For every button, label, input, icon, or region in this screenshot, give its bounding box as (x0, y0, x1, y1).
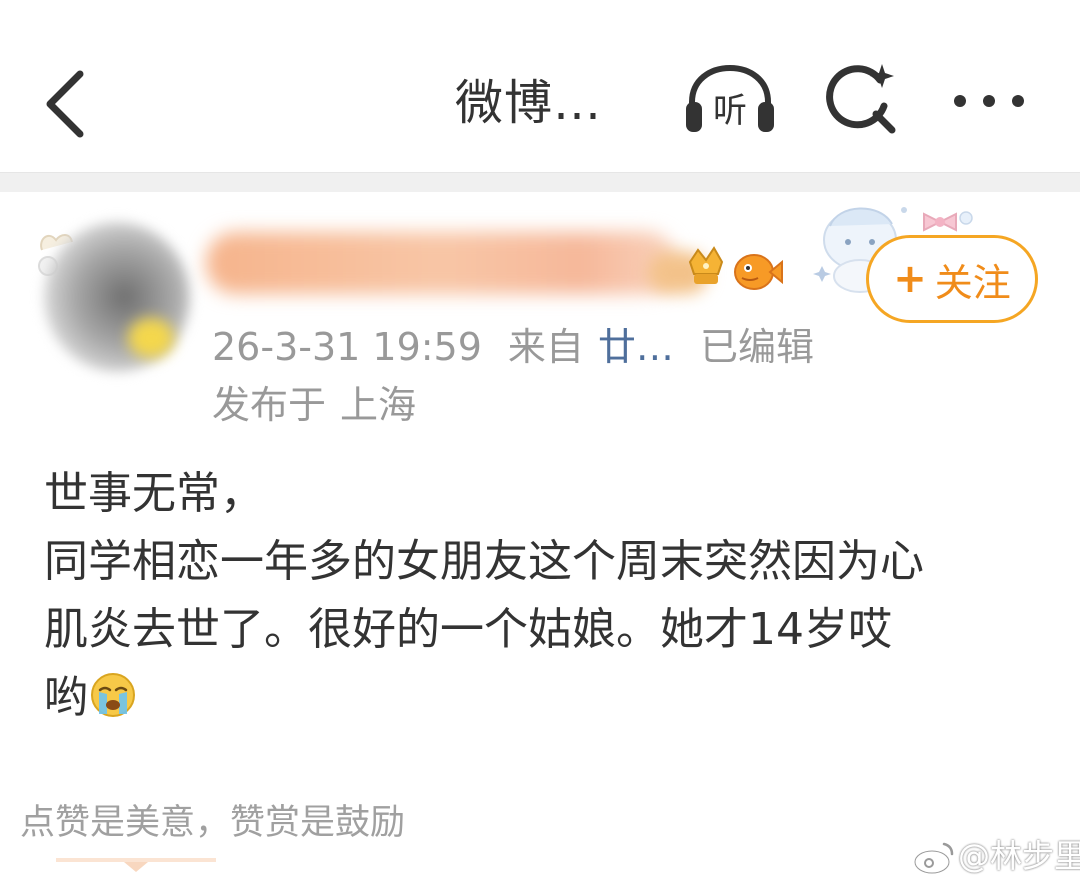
watermark-handle: @林步里 (958, 837, 1080, 875)
top-nav-bar: 微博… 听 (0, 0, 1080, 172)
listen-button[interactable]: 听 (684, 64, 776, 136)
location-value: 上海 (340, 383, 417, 427)
edited-label[interactable]: 已编辑 (700, 325, 814, 369)
post-text-line-last: 哟 (44, 664, 1044, 732)
avatar-decoration (128, 318, 174, 358)
crying-face-icon (91, 673, 135, 717)
post-location: 发布于 上海 (212, 380, 416, 430)
headphones-icon: 听 (686, 64, 774, 132)
search-button[interactable] (824, 62, 900, 138)
follow-label: 关注 (934, 260, 1011, 305)
post-meta: 26-3-31 19:59 来自 廿… 已编辑 (212, 322, 814, 372)
source-label: 来自 (507, 325, 584, 369)
post-timestamp: 26-3-31 19:59 (212, 325, 482, 369)
post-text-line: 肌炎去世了。很好的一个姑娘。她才14岁哎 (44, 604, 892, 655)
more-dots-icon (954, 95, 1024, 107)
watermark-text: @林步里 (910, 834, 1080, 878)
page-title: 微博… (455, 75, 603, 131)
post-text-line: 世事无常， (44, 468, 264, 519)
chevron-left-icon (46, 70, 84, 138)
search-sparkle-icon (826, 64, 896, 134)
listen-label: 听 (713, 91, 747, 131)
username-blurred[interactable] (206, 232, 676, 294)
source-link[interactable]: 廿… (598, 325, 674, 369)
more-button[interactable] (948, 86, 1030, 116)
crown-badge-icon (688, 246, 724, 284)
location-label: 发布于 (212, 383, 327, 427)
section-divider (0, 172, 1080, 192)
post-text-line: 同学相恋一年多的女朋友这个周末突然因为心 (44, 536, 924, 587)
fish-badge-icon (734, 254, 783, 290)
back-button[interactable] (38, 66, 98, 142)
follow-plus-icon: + (893, 256, 927, 302)
post-content: 世事无常， 同学相恋一年多的女朋友这个周末突然因为心 肌炎去世了。很好的一个姑娘… (44, 460, 1044, 732)
post-text-fragment: 哟 (44, 672, 88, 723)
reward-prompt[interactable]: 点赞是美意，赞赏是鼓励 (20, 798, 405, 848)
follow-button[interactable]: + 关注 (866, 235, 1038, 323)
reward-caret-icon (124, 862, 148, 872)
